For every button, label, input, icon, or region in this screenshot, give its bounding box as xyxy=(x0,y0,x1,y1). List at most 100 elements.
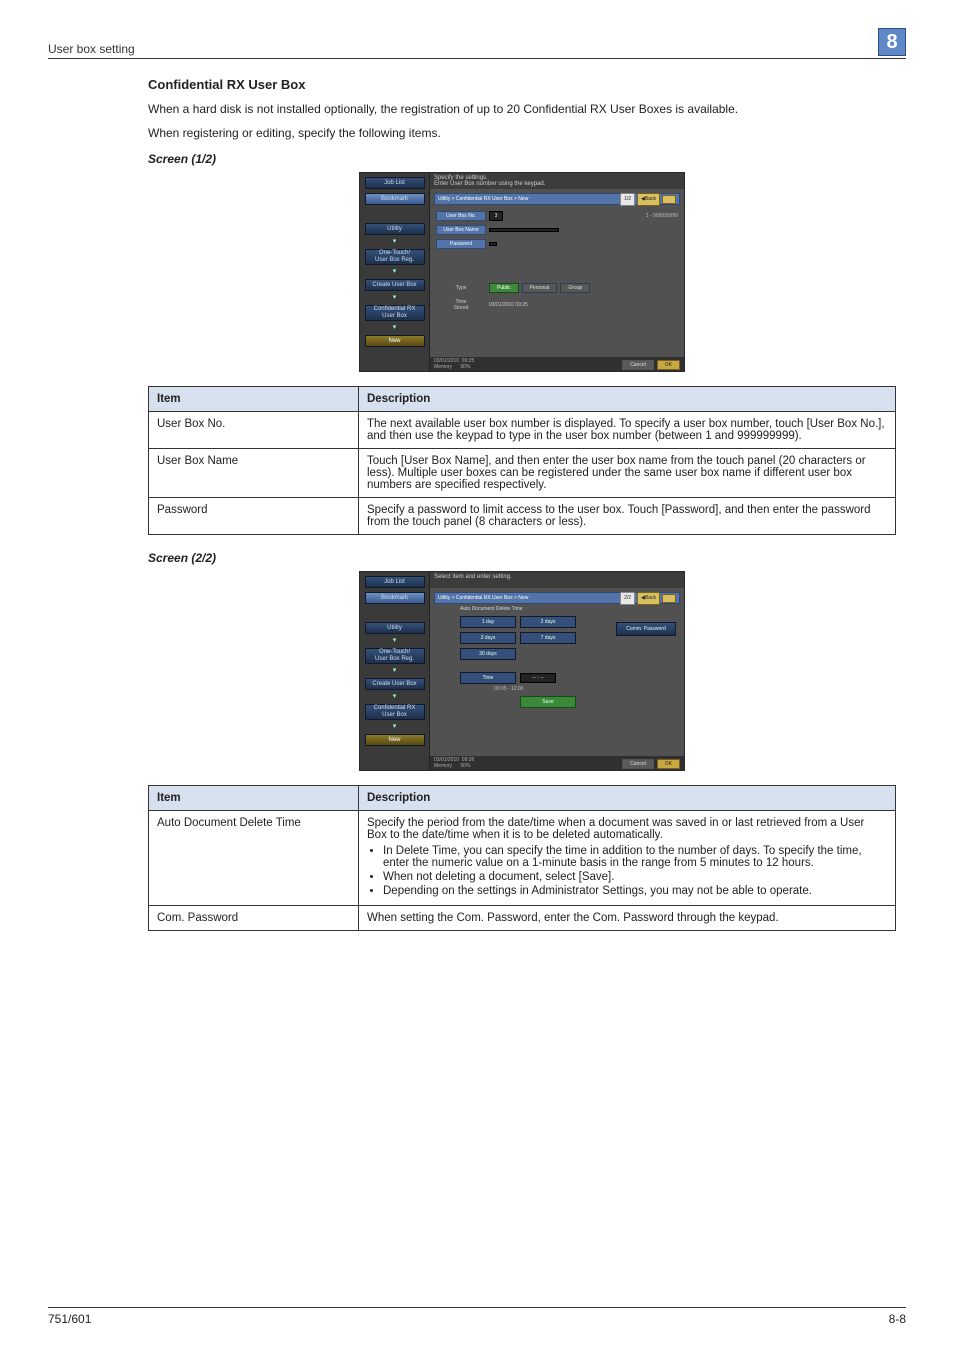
table-row: User Box Name Touch [User Box Name], and… xyxy=(149,449,896,498)
delete-30days-button[interactable]: 30 days xyxy=(460,648,516,660)
sidebar-joblist-button[interactable]: Job List xyxy=(365,576,425,588)
back-button[interactable]: ◀Back xyxy=(637,592,660,605)
table1-row0-item: User Box No. xyxy=(149,412,359,449)
sidebar-create-box-button[interactable]: Create User Box xyxy=(365,678,425,690)
type-public-button[interactable]: Public xyxy=(489,283,519,293)
table1-row2-item: Password xyxy=(149,498,359,535)
section-title: User box setting xyxy=(48,42,135,56)
breadcrumb-path: Utility > Confidential RX User Box > New xyxy=(438,194,528,205)
device-body-1: Utility > Confidential RX User Box > New… xyxy=(430,189,684,357)
screen2-title: Screen (2/2) xyxy=(148,551,896,565)
device-top-hint: Specify the settings. Enter User Box num… xyxy=(430,173,684,189)
cancel-button[interactable]: Cancel xyxy=(622,360,654,370)
cancel-button[interactable]: Cancel xyxy=(622,759,654,769)
user-box-no-value: 3 xyxy=(489,211,503,221)
user-box-no-button[interactable]: User Box No. xyxy=(436,211,486,221)
device-screenshot-1: Job List Bookmark Utility ▾ One-Touch/ U… xyxy=(359,172,685,372)
device-body-2: Utility > Confidential RX User Box > New… xyxy=(430,588,684,756)
page-indicator: 2/2 xyxy=(620,592,635,605)
ok-button[interactable]: OK xyxy=(657,759,680,769)
comm-password-button[interactable]: Comm. Password xyxy=(616,622,676,636)
save-button[interactable]: Save xyxy=(520,696,576,708)
chevron-down-icon: ▾ xyxy=(390,666,400,674)
screen1-title: Screen (1/2) xyxy=(148,152,896,166)
sidebar-create-box-button[interactable]: Create User Box xyxy=(365,279,425,291)
time-range-hint: 00:05 - 12:00 xyxy=(494,686,523,692)
table2-row0-bullet2: Depending on the settings in Administrat… xyxy=(383,885,887,897)
sidebar-utility-button[interactable]: Utility xyxy=(365,622,425,634)
subsection-heading: Confidential RX User Box xyxy=(148,77,896,92)
forward-button[interactable] xyxy=(662,195,676,204)
sidebar-new-button[interactable]: New xyxy=(365,335,425,347)
breadcrumb: Utility > Confidential RX User Box > New… xyxy=(434,193,680,205)
sidebar-joblist-button[interactable]: Job List xyxy=(365,177,425,189)
sidebar-bookmark-button[interactable]: Bookmark xyxy=(365,193,425,205)
table1-row2-desc: Specify a password to limit access to th… xyxy=(359,498,896,535)
table-header-desc: Description xyxy=(359,786,896,811)
time-button[interactable]: Time xyxy=(460,672,516,684)
type-group-button[interactable]: Group xyxy=(560,283,590,293)
sidebar-confidential-button[interactable]: Confidential RX User Box xyxy=(365,704,425,720)
sidebar-utility-button[interactable]: Utility xyxy=(365,223,425,235)
delete-7days-button[interactable]: 7 days xyxy=(520,632,576,644)
device-screenshot-2: Job List Bookmark Utility ▾ One-Touch/ U… xyxy=(359,571,685,771)
time-stored-value: 03/01/2010 09:25 xyxy=(489,302,528,308)
table2-row0-desc: Specify the period from the date/time wh… xyxy=(359,811,896,906)
footer-status-2: 03/01/2010 09:26Memory 90% xyxy=(434,757,474,769)
chapter-number-badge: 8 xyxy=(878,28,906,56)
chevron-down-icon: ▾ xyxy=(390,293,400,301)
table-header-item: Item xyxy=(149,786,359,811)
sidebar-new-button[interactable]: New xyxy=(365,734,425,746)
page-footer: 751/601 8-8 xyxy=(48,1307,906,1326)
forward-button[interactable] xyxy=(662,594,676,603)
chevron-down-icon: ▾ xyxy=(390,267,400,275)
footer-model: 751/601 xyxy=(48,1312,91,1326)
password-value xyxy=(489,242,497,246)
type-personal-button[interactable]: Personal xyxy=(522,283,558,293)
intro-paragraph-1: When a hard disk is not installed option… xyxy=(148,100,896,118)
intro-paragraph-2: When registering or editing, specify the… xyxy=(148,124,896,142)
device-sidebar: Job List Bookmark Utility ▾ One-Touch/ U… xyxy=(360,173,430,371)
table2-row0-item: Auto Document Delete Time xyxy=(149,811,359,906)
table2-row0-bullet0: In Delete Time, you can specify the time… xyxy=(383,845,887,869)
time-stored-label: Time Stored xyxy=(436,299,486,311)
table-header-item: Item xyxy=(149,387,359,412)
back-button[interactable]: ◀Back xyxy=(637,193,660,206)
page-header: User box setting 8 xyxy=(48,28,906,59)
table1-row1-item: User Box Name xyxy=(149,449,359,498)
auto-delete-panel-title: Auto Document Delete Time xyxy=(460,606,523,612)
delete-2days-button[interactable]: 2 days xyxy=(520,616,576,628)
delete-3days-button[interactable]: 3 days xyxy=(460,632,516,644)
chevron-down-icon: ▾ xyxy=(390,323,400,331)
type-segment: Public Personal Group xyxy=(489,283,590,293)
chevron-down-icon: ▾ xyxy=(390,237,400,245)
device-top-hint-2: Select item and enter setting. xyxy=(430,572,684,588)
chevron-down-icon: ▾ xyxy=(390,692,400,700)
device-footer-2: 03/01/2010 09:26Memory 90% Cancel OK xyxy=(430,756,684,770)
user-box-name-button[interactable]: User Box Name xyxy=(436,225,486,235)
user-box-no-range: 1 - 999999999 xyxy=(646,213,678,219)
table2-row0-bullet1: When not deleting a document, select [Sa… xyxy=(383,871,887,883)
delete-1day-button[interactable]: 1 day xyxy=(460,616,516,628)
chevron-down-icon: ▾ xyxy=(390,636,400,644)
table1-row1-desc: Touch [User Box Name], and then enter th… xyxy=(359,449,896,498)
device-footer-1: 03/01/2010 09:25Memory 90% Cancel OK xyxy=(430,357,684,371)
password-button[interactable]: Password xyxy=(436,239,486,249)
breadcrumb: Utility > Confidential RX User Box > New… xyxy=(434,592,680,604)
chevron-down-icon: ▾ xyxy=(390,722,400,730)
sidebar-confidential-button[interactable]: Confidential RX User Box xyxy=(365,305,425,321)
sidebar-onetouch-button[interactable]: One-Touch/ User Box Reg. xyxy=(365,249,425,265)
screen2-description-table: Item Description Auto Document Delete Ti… xyxy=(148,785,896,931)
footer-pageno: 8-8 xyxy=(889,1312,906,1326)
table-row: Password Specify a password to limit acc… xyxy=(149,498,896,535)
time-value: -- : -- xyxy=(520,673,556,683)
table2-row1-desc: When setting the Com. Password, enter th… xyxy=(359,906,896,931)
breadcrumb-path: Utility > Confidential RX User Box > New xyxy=(438,593,528,604)
ok-button[interactable]: OK xyxy=(657,360,680,370)
table-row: User Box No. The next available user box… xyxy=(149,412,896,449)
sidebar-bookmark-button[interactable]: Bookmark xyxy=(365,592,425,604)
auto-delete-options: 1 day 2 days 3 days 7 days 30 days xyxy=(460,616,610,660)
table2-row0-lead: Specify the period from the date/time wh… xyxy=(367,817,864,841)
sidebar-onetouch-button[interactable]: One-Touch/ User Box Reg. xyxy=(365,648,425,664)
page-indicator: 1/2 xyxy=(620,193,635,206)
